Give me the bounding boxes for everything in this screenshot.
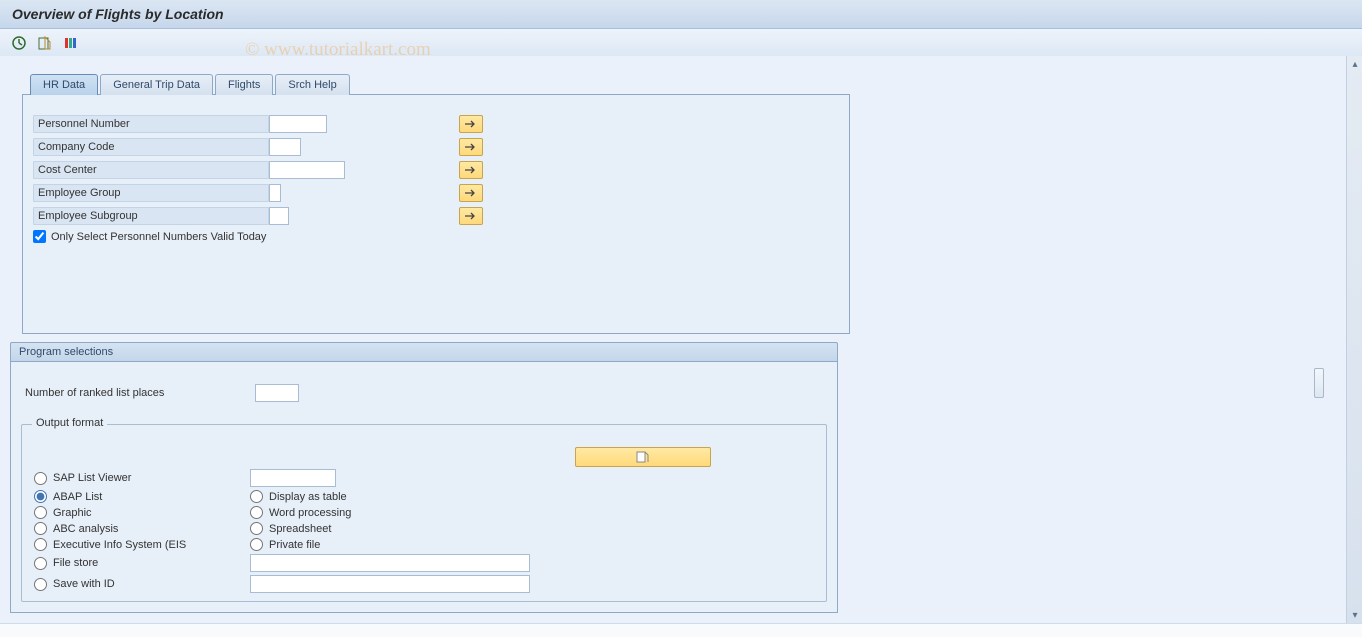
tab-strip: HR Data General Trip Data Flights Srch H… [30,74,1336,95]
company-code-multi-button[interactable] [459,138,483,156]
abap-list-radio[interactable] [34,490,47,503]
arrow-right-icon [464,211,478,221]
personnel-number-label: Personnel Number [33,115,269,133]
company-code-input[interactable] [269,138,301,156]
inner-scroll-handle[interactable] [1314,368,1324,398]
page-icon [635,451,651,463]
abap-list-label: ABAP List [53,491,102,503]
program-selections-header: Program selections [10,342,838,362]
abc-analysis-label: ABC analysis [53,523,118,535]
ranked-places-input[interactable] [255,384,299,402]
selection-icon[interactable] [62,34,80,52]
arrow-right-icon [464,142,478,152]
employee-subgroup-multi-button[interactable] [459,207,483,225]
display-as-table-radio[interactable] [250,490,263,503]
file-store-input[interactable] [250,554,530,572]
arrow-right-icon [464,119,478,129]
file-store-radio[interactable] [34,557,47,570]
personnel-number-multi-button[interactable] [459,115,483,133]
variant-icon[interactable] [36,34,54,52]
arrow-right-icon [464,165,478,175]
personnel-number-input[interactable] [269,115,327,133]
company-code-label: Company Code [33,138,269,156]
cost-center-input[interactable] [269,161,345,179]
output-pager-button[interactable] [575,447,711,467]
tab-flights[interactable]: Flights [215,74,273,95]
page-title: Overview of Flights by Location [0,0,1362,29]
cost-center-label: Cost Center [33,161,269,179]
spreadsheet-radio[interactable] [250,522,263,535]
employee-group-input[interactable] [269,184,281,202]
abc-analysis-radio[interactable] [34,522,47,535]
execute-icon[interactable] [10,34,28,52]
sap-list-viewer-label: SAP List Viewer [53,472,131,484]
eis-radio[interactable] [34,538,47,551]
file-store-label: File store [53,557,98,569]
status-bar [0,623,1362,637]
employee-subgroup-input[interactable] [269,207,289,225]
employee-group-multi-button[interactable] [459,184,483,202]
graphic-radio[interactable] [34,506,47,519]
tab-panel-hr-data: Personnel Number Company Code Cost Cente… [22,94,850,334]
tab-general-trip-data[interactable]: General Trip Data [100,74,213,95]
save-with-id-input[interactable] [250,575,530,593]
ranked-places-label: Number of ranked list places [25,387,255,399]
save-with-id-radio[interactable] [34,578,47,591]
eis-label: Executive Info System (EIS [53,539,186,551]
sap-list-viewer-input[interactable] [250,469,336,487]
word-processing-label: Word processing [269,507,351,519]
scroll-down-icon[interactable]: ▾ [1347,607,1362,623]
cost-center-multi-button[interactable] [459,161,483,179]
word-processing-radio[interactable] [250,506,263,519]
display-as-table-label: Display as table [269,491,347,503]
program-selections-body: Number of ranked list places Output form… [10,362,838,613]
private-file-radio[interactable] [250,538,263,551]
graphic-label: Graphic [53,507,92,519]
output-format-legend: Output format [32,417,107,429]
private-file-label: Private file [269,539,320,551]
spreadsheet-label: Spreadsheet [269,523,331,535]
content-area: HR Data General Trip Data Flights Srch H… [0,56,1346,623]
arrow-right-icon [464,188,478,198]
scroll-up-icon[interactable]: ▴ [1347,56,1362,72]
only-valid-today-label: Only Select Personnel Numbers Valid Toda… [51,231,266,243]
sap-list-viewer-radio[interactable] [34,472,47,485]
app-toolbar [0,29,1362,57]
tab-srch-help[interactable]: Srch Help [275,74,349,95]
vertical-scrollbar[interactable]: ▴ ▾ [1346,56,1362,623]
save-with-id-label: Save with ID [53,578,115,590]
employee-group-label: Employee Group [33,184,269,202]
only-valid-today-checkbox[interactable] [33,230,46,243]
employee-subgroup-label: Employee Subgroup [33,207,269,225]
tab-hr-data[interactable]: HR Data [30,74,98,95]
